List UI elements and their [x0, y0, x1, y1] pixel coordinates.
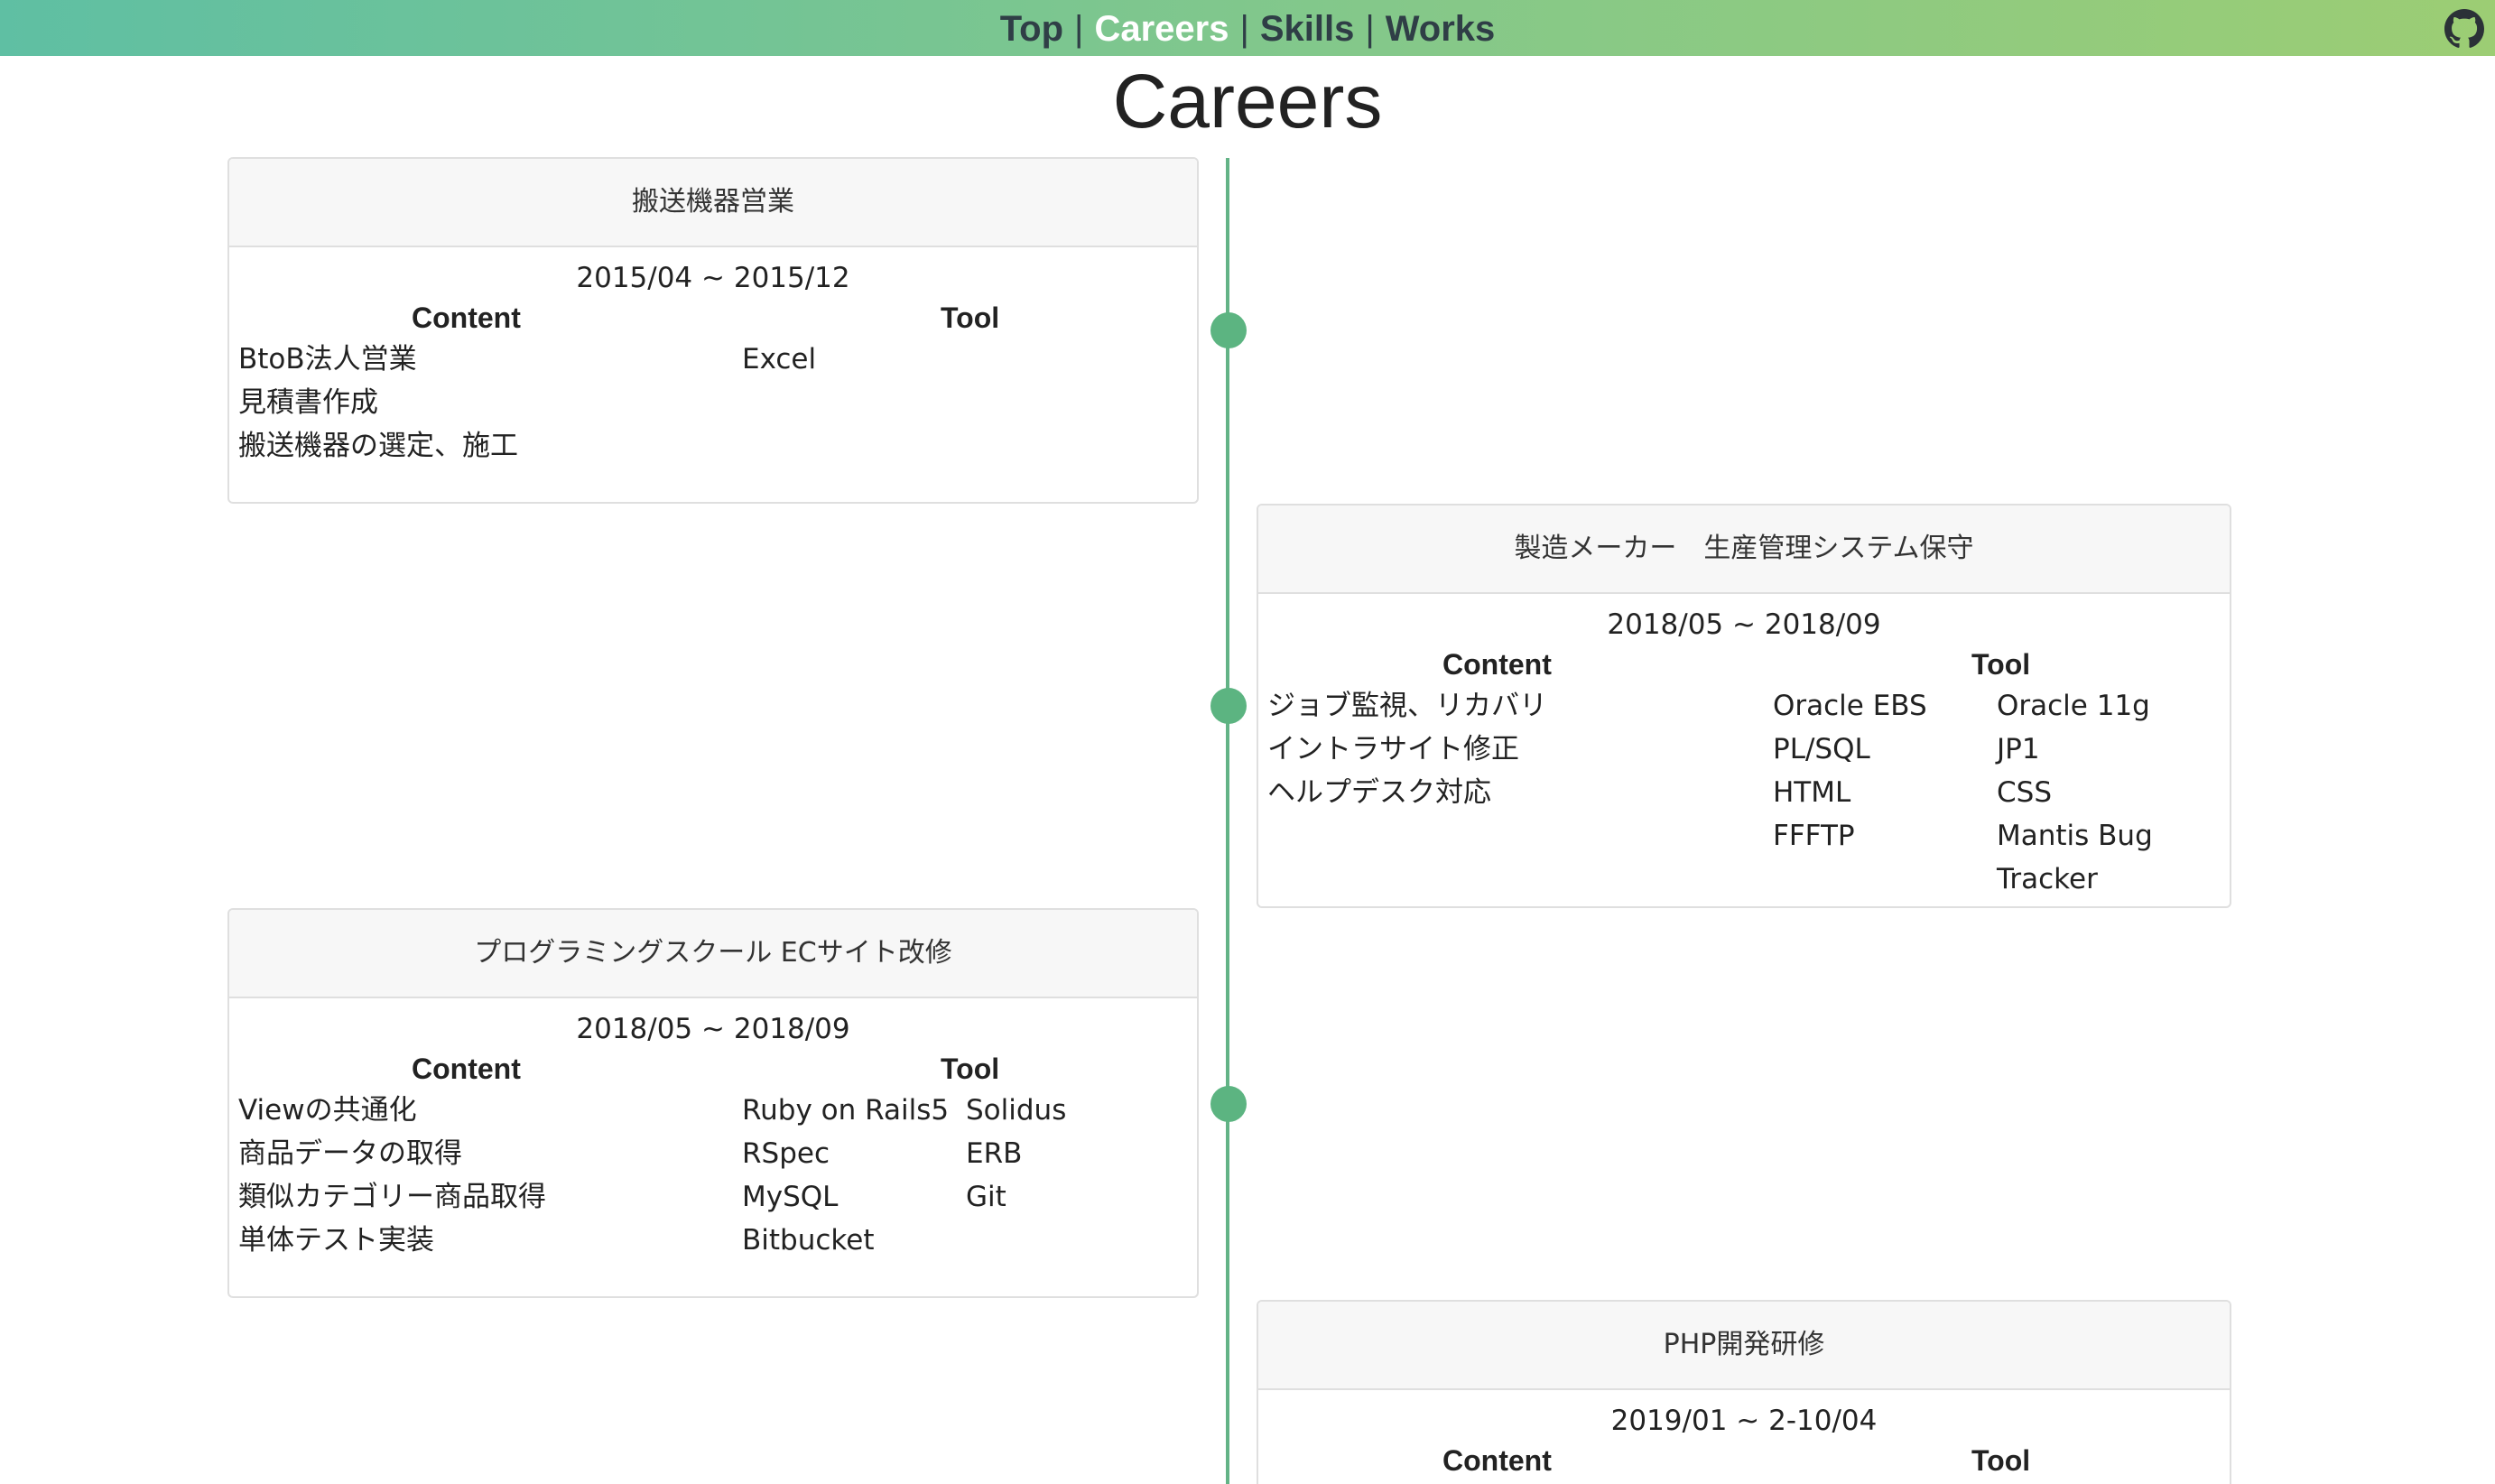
- tool-list: Oracle EBS PL/SQL HTML FFFTP: [1773, 684, 1927, 858]
- tool-list: Excel: [742, 338, 816, 381]
- tool-list: Solidus ERB Git: [966, 1089, 1066, 1219]
- content-list: BtoB法人営業 見積書作成 搬送機器の選定、施工: [238, 338, 518, 468]
- nav-separator: |: [1074, 9, 1084, 49]
- tool-list: Ruby on Rails5 RSpec MySQL Bitbucket: [742, 1089, 949, 1262]
- tool-item: Excel: [742, 343, 817, 376]
- tool-item: Ruby on Rails5: [742, 1094, 950, 1127]
- tool-item: Tracker: [1997, 863, 2098, 895]
- nav-link-works[interactable]: Works: [1386, 9, 1496, 49]
- content-heading: Content: [412, 1053, 521, 1085]
- github-icon[interactable]: [2444, 9, 2484, 49]
- tool-item: MySQL: [742, 1181, 839, 1213]
- tool-item: Oracle EBS: [1773, 690, 1927, 722]
- career-title: 製造メーカー 生産管理システム保守: [1258, 505, 2230, 594]
- content-item: 見積書作成: [238, 386, 378, 419]
- content-item: 商品データの取得: [238, 1137, 462, 1170]
- tool-item: ERB: [966, 1137, 1023, 1170]
- page-title: Careers: [1112, 59, 1383, 144]
- career-card: 製造メーカー 生産管理システム保守 2018/05 ~ 2018/09 Cont…: [1257, 504, 2231, 908]
- tool-heading: Tool: [941, 301, 1000, 334]
- timeline-line: [1226, 158, 1229, 1484]
- content-heading: Content: [412, 301, 521, 334]
- career-title: 搬送機器営業: [229, 159, 1197, 247]
- tool-item: Git: [966, 1181, 1006, 1213]
- timeline-dot: [1210, 1086, 1247, 1122]
- timeline-dot: [1210, 312, 1247, 348]
- tool-item: Solidus: [966, 1094, 1067, 1127]
- nav-separator: |: [1239, 9, 1249, 49]
- nav-link-skills[interactable]: Skills: [1260, 9, 1355, 49]
- career-period: 2019/01 ~ 2-10/04: [1610, 1405, 1878, 1437]
- nav-link-top[interactable]: Top: [1000, 9, 1063, 49]
- content-list: Viewの共通化 商品データの取得 類似カテゴリー商品取得 単体テスト実装: [238, 1089, 546, 1262]
- tool-item: FFFTP: [1773, 820, 1855, 852]
- nav-separator: |: [1365, 9, 1375, 49]
- career-period: 2018/05 ~ 2018/09: [576, 1013, 850, 1045]
- timeline-dot: [1210, 688, 1247, 724]
- content-heading: Content: [1442, 1444, 1552, 1477]
- content-item: 搬送機器の選定、施工: [238, 430, 518, 462]
- career-card: 搬送機器営業 2015/04 ~ 2015/12 Content Tool Bt…: [227, 157, 1199, 504]
- top-navbar: Top | Careers | Skills | Works: [0, 0, 2495, 56]
- tool-item: Bitbucket: [742, 1224, 875, 1257]
- career-card: PHP開発研修 2019/01 ~ 2-10/04 Content Tool: [1257, 1300, 2231, 1484]
- content-item: BtoB法人営業: [238, 343, 417, 376]
- tool-heading: Tool: [1971, 648, 2031, 681]
- career-period: 2015/04 ~ 2015/12: [576, 262, 850, 294]
- career-title: PHP開発研修: [1258, 1302, 2230, 1390]
- tool-heading: Tool: [1971, 1444, 2031, 1477]
- tool-heading: Tool: [941, 1053, 1000, 1085]
- tool-item: PL/SQL: [1773, 733, 1870, 765]
- content-list: ジョブ監視、リカバリ イントラサイト修正 ヘルプデスク対応: [1267, 684, 1547, 814]
- content-item: 類似カテゴリー商品取得: [238, 1181, 546, 1213]
- tool-item: Oracle 11g: [1997, 690, 2150, 722]
- tool-item: HTML: [1773, 776, 1851, 809]
- tool-list: Oracle 11g JP1 CSS Mantis Bug Tracker: [1997, 684, 2153, 901]
- tool-item: Mantis Bug: [1997, 820, 2153, 852]
- career-title: プログラミングスクール ECサイト改修: [229, 910, 1197, 998]
- content-item: イントラサイト修正: [1267, 733, 1519, 765]
- content-item: Viewの共通化: [238, 1094, 417, 1127]
- tool-item: JP1: [1997, 733, 2040, 765]
- career-card: プログラミングスクール ECサイト改修 2018/05 ~ 2018/09 Co…: [227, 908, 1199, 1298]
- nav-link-careers[interactable]: Careers: [1094, 9, 1229, 49]
- content-heading: Content: [1442, 648, 1552, 681]
- nav-links: Top | Careers | Skills | Works: [0, 7, 2495, 51]
- content-item: 単体テスト実装: [238, 1224, 434, 1257]
- tool-item: RSpec: [742, 1137, 830, 1170]
- tool-item: CSS: [1997, 776, 2053, 809]
- career-period: 2018/05 ~ 2018/09: [1607, 608, 1881, 641]
- content-item: ヘルプデスク対応: [1267, 776, 1491, 809]
- content-item: ジョブ監視、リカバリ: [1267, 690, 1547, 722]
